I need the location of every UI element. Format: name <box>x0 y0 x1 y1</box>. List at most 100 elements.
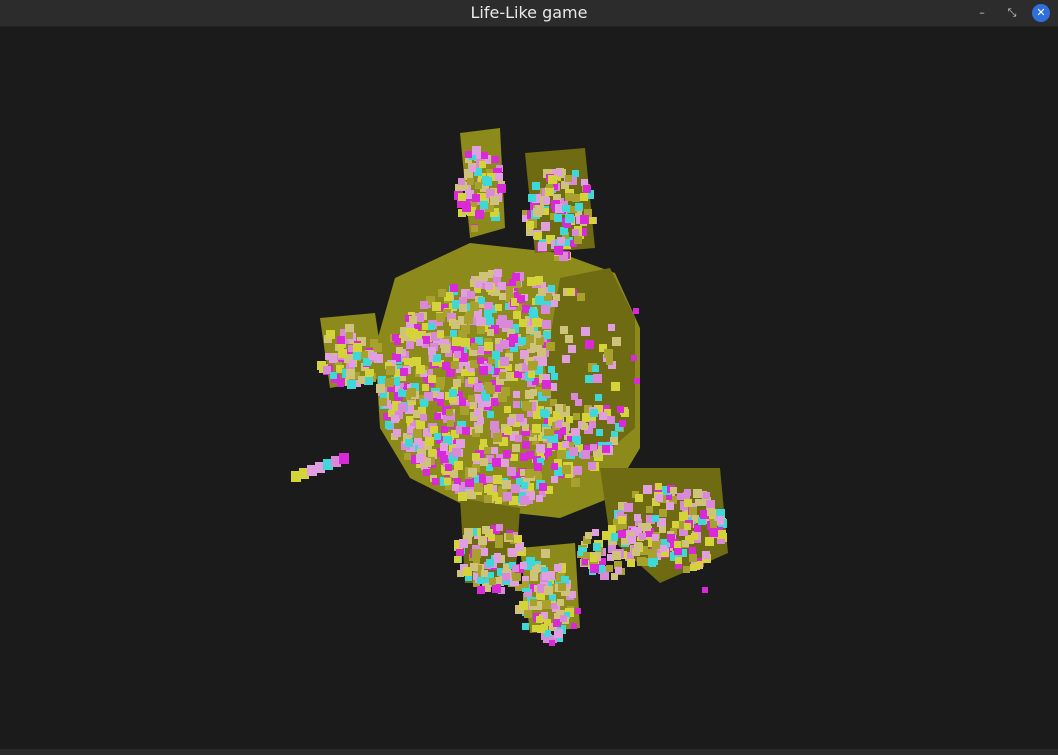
voxel-cell <box>420 301 428 309</box>
voxel-cell <box>468 468 477 477</box>
voxel-cell <box>428 323 435 330</box>
voxel-cell <box>544 630 551 637</box>
voxel-cell <box>492 584 501 593</box>
voxel-cell <box>706 500 715 509</box>
voxel-cell <box>702 551 710 559</box>
voxel-cell <box>555 169 562 176</box>
voxel-cell <box>558 583 566 591</box>
voxel-cell <box>660 545 667 552</box>
voxel-cell <box>422 323 429 330</box>
voxel-cell <box>475 182 482 189</box>
voxel-cell <box>360 351 368 359</box>
voxel-cell <box>590 555 597 562</box>
restore-button[interactable]: ⤡ <box>1003 4 1021 22</box>
voxel-cell <box>459 297 467 305</box>
voxel-cell <box>526 221 534 229</box>
window-bottom-edge <box>0 749 1058 755</box>
voxel-cell <box>585 340 594 349</box>
voxel-cell <box>516 414 524 422</box>
voxel-cell <box>473 557 480 564</box>
voxel-cell <box>659 526 666 533</box>
voxel-cell <box>522 305 530 313</box>
voxel-cell <box>494 269 502 277</box>
voxel-cell <box>555 421 562 428</box>
voxel-cell <box>482 393 490 401</box>
voxel-cell <box>472 146 481 155</box>
voxel-cell <box>667 534 675 542</box>
voxel-cell <box>323 366 331 374</box>
voxel-cell <box>538 242 547 251</box>
voxel-cell <box>422 336 430 344</box>
voxel-cell <box>528 194 536 202</box>
voxel-cell <box>450 284 458 292</box>
voxel-cell <box>604 349 613 358</box>
voxel-cell <box>557 450 566 459</box>
voxel-cell <box>486 385 495 394</box>
voxel-cell <box>611 573 618 580</box>
voxel-cell <box>406 416 413 423</box>
voxel-cell <box>562 205 569 212</box>
voxel-cell <box>406 341 414 349</box>
voxel-cell <box>349 360 356 367</box>
minimize-button[interactable]: – <box>973 4 991 22</box>
voxel-cell <box>533 411 541 419</box>
voxel-cell <box>512 444 520 452</box>
voxel-cell <box>413 429 422 438</box>
voxel-cell <box>571 478 580 487</box>
voxel-cell <box>581 423 588 430</box>
voxel-cell <box>643 523 651 531</box>
voxel-cell <box>489 578 496 585</box>
cell-cluster-render <box>291 128 728 646</box>
voxel-cell <box>480 201 488 209</box>
voxel-cell <box>454 478 461 485</box>
voxel-cell <box>618 516 626 524</box>
voxel-cell <box>458 193 466 201</box>
voxel-cell <box>396 347 403 354</box>
voxel-cell <box>652 515 659 522</box>
voxel-cell <box>588 462 596 470</box>
voxel-cell <box>562 465 571 474</box>
voxel-cell <box>652 534 659 541</box>
voxel-cell <box>347 380 356 389</box>
voxel-cell <box>619 420 626 427</box>
stray-cell <box>631 355 637 361</box>
voxel-cell <box>429 449 436 456</box>
voxel-cell <box>546 342 555 351</box>
voxel-cell <box>492 156 499 163</box>
voxel-cell <box>611 431 618 438</box>
voxel-cell <box>454 461 463 470</box>
voxel-cell <box>485 282 493 290</box>
voxel-cell <box>526 326 534 334</box>
voxel-cell <box>684 523 691 530</box>
voxel-cell <box>456 548 464 556</box>
voxel-cell <box>453 379 461 387</box>
voxel-cell <box>326 330 335 339</box>
voxel-cell <box>682 540 689 547</box>
voxel-cell <box>548 285 555 292</box>
voxel-cell <box>500 340 509 349</box>
voxel-cell <box>497 184 506 193</box>
voxel-cell <box>542 572 550 580</box>
voxel-cell <box>477 577 484 584</box>
voxel-cell <box>520 496 529 505</box>
voxel-cell <box>447 420 454 427</box>
voxel-cell <box>536 278 543 285</box>
title-bar[interactable]: Life-Like game – ⤡ ✕ <box>0 0 1058 27</box>
voxel-cell <box>446 409 453 416</box>
voxel-cell <box>491 398 499 406</box>
voxel-cell <box>526 335 534 343</box>
voxel-cell <box>458 178 465 185</box>
voxel-cell <box>475 210 484 219</box>
voxel-cell <box>477 357 484 364</box>
voxel-cell <box>337 336 345 344</box>
voxel-cell <box>471 343 478 350</box>
voxel-cell <box>376 384 385 393</box>
render-viewport[interactable] <box>0 28 1058 749</box>
voxel-cell <box>484 484 493 493</box>
voxel-cell <box>695 499 702 506</box>
voxel-cell <box>511 454 518 461</box>
close-button[interactable]: ✕ <box>1032 4 1050 22</box>
voxel-cell <box>525 469 534 478</box>
voxel-cell <box>689 547 696 554</box>
voxel-cell <box>557 599 564 606</box>
